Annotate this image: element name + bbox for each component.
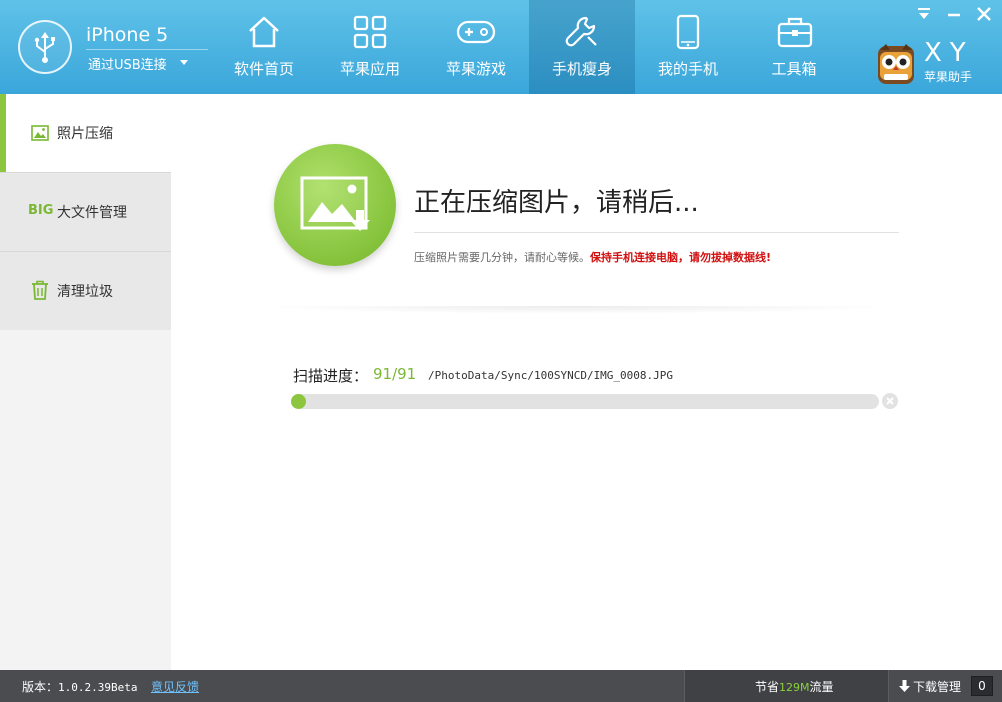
menu-dropdown-icon[interactable] — [916, 6, 932, 22]
scan-count: 91/91 — [373, 365, 417, 383]
wrench-icon — [565, 16, 597, 47]
nav-item-games[interactable]: 苹果游戏 — [423, 0, 529, 94]
window-controls — [916, 6, 992, 22]
minimize-icon[interactable] — [946, 6, 962, 22]
nav-label: 苹果游戏 — [445, 60, 506, 78]
main-nav: 软件首页 苹果应用 苹果游戏 手机瘦身 我的手机 工具箱 — [211, 0, 847, 94]
close-icon — [886, 397, 894, 405]
progress-bar — [291, 394, 879, 409]
download-label: 下载管理 — [913, 680, 962, 694]
trash-icon — [32, 280, 48, 300]
chevron-down-icon[interactable] — [180, 60, 188, 65]
usb-icon — [18, 20, 72, 74]
home-icon — [249, 16, 279, 48]
nav-label: 软件首页 — [233, 60, 294, 78]
sidebar-item-label: 大文件管理 — [57, 205, 127, 221]
divider — [414, 232, 899, 233]
top-header: iPhone 5 通过USB连接 软件首页 苹果应用 苹果游戏 手机瘦身 我的手… — [0, 0, 1002, 94]
logo-text: XY — [924, 38, 974, 68]
version-label: 版本： — [22, 680, 59, 694]
nav-label: 苹果应用 — [339, 60, 400, 78]
version-info: 版本：1.0.2.39Beta — [22, 678, 138, 695]
traffic-saved: 节省129M流量 — [684, 670, 888, 702]
save-suffix: 流量 — [809, 680, 834, 694]
nav-label: 我的手机 — [657, 60, 718, 78]
feedback-link[interactable]: 意见反馈 — [151, 678, 199, 695]
traffic-saved-text: 节省129M流量 — [755, 678, 834, 695]
download-manager-button[interactable]: 下载管理 0 — [888, 670, 1002, 702]
apps-grid-icon — [353, 15, 387, 49]
sidebar: 照片压缩 BIG 大文件管理 清理垃圾 — [0, 94, 171, 670]
photo-compress-icon — [274, 144, 396, 266]
status-hint: 压缩照片需要几分钟，请耐心等候。保持手机连接电脑，请勿拔掉数据线! — [414, 249, 771, 265]
nav-item-apps[interactable]: 苹果应用 — [317, 0, 423, 94]
save-amount: 129M — [779, 681, 810, 694]
nav-item-my-phone[interactable]: 我的手机 — [635, 0, 741, 94]
sidebar-item-photo-compress[interactable]: 照片压缩 — [0, 94, 171, 172]
close-icon[interactable] — [976, 6, 992, 22]
nav-item-slim[interactable]: 手机瘦身 — [529, 0, 635, 94]
main-content: 正在压缩图片，请稍后... 压缩照片需要几分钟，请耐心等候。保持手机连接电脑，请… — [171, 94, 1002, 670]
sidebar-item-clean-junk[interactable]: 清理垃圾 — [0, 252, 171, 330]
sidebar-item-large-files[interactable]: BIG 大文件管理 — [0, 173, 171, 251]
cancel-progress-button[interactable] — [882, 393, 898, 409]
photo-icon — [31, 125, 49, 141]
app-logo: XY 苹果助手 — [876, 38, 986, 90]
warning-text: 保持手机连接电脑，请勿拔掉数据线! — [590, 251, 772, 264]
gamepad-icon — [456, 20, 496, 44]
hint-text: 压缩照片需要几分钟，请耐心等候。 — [414, 251, 590, 264]
phone-icon — [676, 14, 700, 50]
sidebar-item-label: 照片压缩 — [57, 126, 113, 142]
download-icon — [899, 680, 910, 692]
progress-fill — [291, 394, 306, 409]
scan-path: /PhotoData/Sync/100SYNCD/IMG_0008.JPG — [428, 369, 674, 382]
nav-item-toolbox[interactable]: 工具箱 — [741, 0, 847, 94]
download-count: 0 — [971, 676, 993, 696]
toolbox-icon — [777, 17, 813, 48]
device-name: iPhone 5 — [86, 24, 169, 46]
divider — [251, 306, 901, 314]
version-value: 1.0.2.39Beta — [58, 681, 138, 694]
logo-subtitle: 苹果助手 — [924, 70, 973, 84]
scan-label: 扫描进度： — [293, 367, 369, 385]
divider — [86, 49, 208, 50]
nav-label: 手机瘦身 — [551, 60, 612, 78]
connection-status: 通过USB连接 — [88, 58, 167, 73]
nav-item-home[interactable]: 软件首页 — [211, 0, 317, 94]
nav-label: 工具箱 — [771, 60, 817, 78]
save-prefix: 节省 — [755, 680, 780, 694]
sidebar-item-label: 清理垃圾 — [57, 284, 113, 300]
big-tag-icon: BIG — [28, 203, 54, 218]
status-title: 正在压缩图片，请稍后... — [414, 188, 699, 218]
status-bar: 版本：1.0.2.39Beta 意见反馈 节省129M流量 下载管理 0 — [0, 670, 1002, 702]
device-panel[interactable]: iPhone 5 通过USB连接 — [18, 18, 218, 78]
owl-logo-icon — [878, 44, 914, 84]
